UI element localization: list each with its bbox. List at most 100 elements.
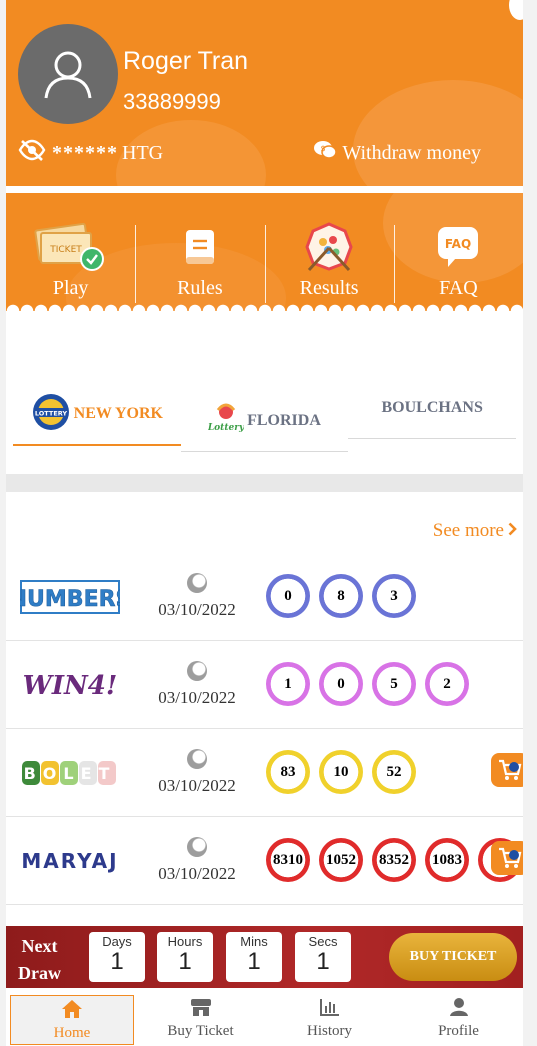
win4-logo: WIN4!	[20, 665, 120, 705]
add-to-cart-button[interactable]	[491, 753, 523, 787]
user-avatar-icon	[44, 51, 92, 99]
result-row[interactable]: WIN4! 03/10/2022 1 0 5 2	[6, 641, 523, 729]
svg-text:Lottery: Lottery	[208, 423, 244, 433]
moon-icon	[187, 837, 207, 857]
nav-buy-ticket[interactable]: Buy Ticket	[136, 990, 265, 1046]
menu-play[interactable]: TICKET Play	[6, 193, 135, 311]
svg-text:WIN4!: WIN4!	[23, 671, 118, 701]
result-row[interactable]: BOLET 03/10/2022 83 10 52	[6, 729, 523, 817]
results-list: NUMBERS 03/10/2022 0 8 3 WIN4! 03	[6, 553, 523, 905]
ball: 0	[266, 574, 310, 618]
home-page: Roger Tran 33889999 ****** HTG $ Withdra…	[6, 0, 523, 1046]
winning-balls: 0 8 3	[266, 574, 425, 618]
buy-ticket-button[interactable]: BUY TICKET	[389, 933, 517, 981]
svg-text:MARYAJ: MARYAJ	[21, 849, 118, 873]
see-more-link[interactable]: See more	[433, 520, 517, 542]
numbers-logo: NUMBERS	[20, 577, 120, 617]
user-icon	[449, 996, 469, 1018]
withdraw-button[interactable]: $ Withdraw money	[313, 140, 481, 166]
tab-boulchans-label: BOULCHANS	[381, 399, 483, 416]
nav-profile[interactable]: Profile	[394, 990, 523, 1046]
maryaj-logo: MARYAJ	[20, 841, 120, 881]
bottom-nav: Home Buy Ticket History Profile	[6, 990, 523, 1046]
balance-amount: ******	[52, 141, 118, 164]
draw-date: 03/10/2022	[158, 600, 236, 619]
ball: 8310	[266, 838, 310, 882]
svg-text:LOTTERY: LOTTERY	[35, 409, 68, 417]
balance-currency: HTG	[122, 141, 164, 164]
cart-icon	[499, 847, 522, 868]
quick-menu: TICKET Play Rules Results FAQ FAQ	[6, 193, 523, 311]
moon-icon	[187, 573, 207, 593]
winning-balls: 1 0 5 2	[266, 662, 478, 706]
cart-icon	[499, 759, 522, 780]
next-draw-label: Next Draw	[18, 936, 61, 983]
chevron-right-icon	[508, 520, 517, 542]
countdown-mins: Mins 1	[226, 932, 282, 982]
nav-home[interactable]: Home	[10, 995, 134, 1045]
moon-icon	[187, 661, 207, 681]
florida-lottery-logo: Lottery	[207, 402, 245, 441]
see-more-label: See more	[432, 520, 504, 541]
ball: 0	[319, 662, 363, 706]
chart-icon	[319, 996, 340, 1018]
add-to-cart-button[interactable]	[491, 841, 523, 875]
svg-text:$: $	[321, 144, 326, 153]
winning-balls: 83 10 52	[266, 750, 425, 794]
user-name: Roger Tran	[123, 47, 249, 75]
draw-date: 03/10/2022	[158, 864, 236, 883]
ball: 8	[319, 574, 363, 618]
winning-balls: 8310 1052 8352 1083 5	[266, 838, 523, 882]
new-york-lottery-logo: LOTTERY	[31, 392, 71, 437]
chat-money-icon: $	[313, 140, 338, 166]
svg-text:TICKET: TICKET	[49, 245, 82, 255]
svg-text:NUMBERS: NUMBERS	[20, 587, 120, 612]
store-icon	[190, 996, 212, 1018]
faq-icon: FAQ	[436, 221, 480, 273]
menu-results[interactable]: Results	[264, 193, 394, 311]
ticket-icon: TICKET	[33, 221, 109, 273]
menu-faq-label: FAQ	[439, 277, 478, 299]
draw-date: 03/10/2022	[158, 776, 236, 795]
countdown-hours: Hours 1	[157, 932, 213, 982]
ball: 1083	[425, 838, 469, 882]
moon-icon	[187, 749, 207, 769]
countdown-days: Days 1	[89, 932, 145, 982]
menu-faq[interactable]: FAQ FAQ	[393, 193, 523, 311]
ball: 8352	[372, 838, 416, 882]
ball: 52	[372, 750, 416, 794]
profile-card: Roger Tran 33889999 ****** HTG $ Withdra…	[6, 0, 523, 186]
menu-play-label: Play	[52, 277, 89, 299]
bolet-logo: BOLET	[20, 753, 120, 793]
ball: 5	[372, 662, 416, 706]
user-phone: 33889999	[123, 89, 221, 114]
menu-rules-label: Rules	[177, 277, 223, 299]
countdown-secs: Secs 1	[295, 932, 351, 982]
eye-off-icon[interactable]	[18, 139, 46, 167]
ball: 3	[372, 574, 416, 618]
avatar[interactable]	[18, 24, 118, 124]
nav-history[interactable]: History	[265, 990, 394, 1046]
next-draw-bar: Next Draw Days 1 Hours 1 Mins 1 Secs 1 B…	[6, 926, 523, 988]
ball: 1	[266, 662, 310, 706]
book-icon	[182, 221, 218, 273]
withdraw-label: Withdraw money	[342, 141, 481, 164]
tab-boulchans[interactable]: BOULCHANS	[348, 378, 517, 439]
region-tabs: LOTTERY NEW YORK Lottery FLORIDA BOULCHA…	[6, 384, 523, 454]
lottery-wheel-icon	[303, 221, 355, 273]
menu-rules[interactable]: Rules	[135, 193, 264, 311]
tab-florida-label: FLORIDA	[247, 412, 321, 429]
tab-new-york-label: NEW YORK	[73, 405, 163, 422]
home-icon	[61, 998, 83, 1020]
tab-new-york[interactable]: LOTTERY NEW YORK	[13, 384, 181, 446]
svg-text:BOLET: BOLET	[24, 764, 117, 783]
tab-florida[interactable]: Lottery FLORIDA	[180, 391, 349, 452]
draw-date: 03/10/2022	[158, 688, 236, 707]
result-row[interactable]: NUMBERS 03/10/2022 0 8 3	[6, 553, 523, 641]
balance: ****** HTG	[18, 139, 163, 167]
faq-icon-text: FAQ	[445, 237, 471, 251]
result-row[interactable]: MARYAJ 03/10/2022 8310 1052 8352 1083 5	[6, 817, 523, 905]
ball: 83	[266, 750, 310, 794]
menu-results-label: Results	[299, 277, 359, 299]
ball: 2	[425, 662, 469, 706]
